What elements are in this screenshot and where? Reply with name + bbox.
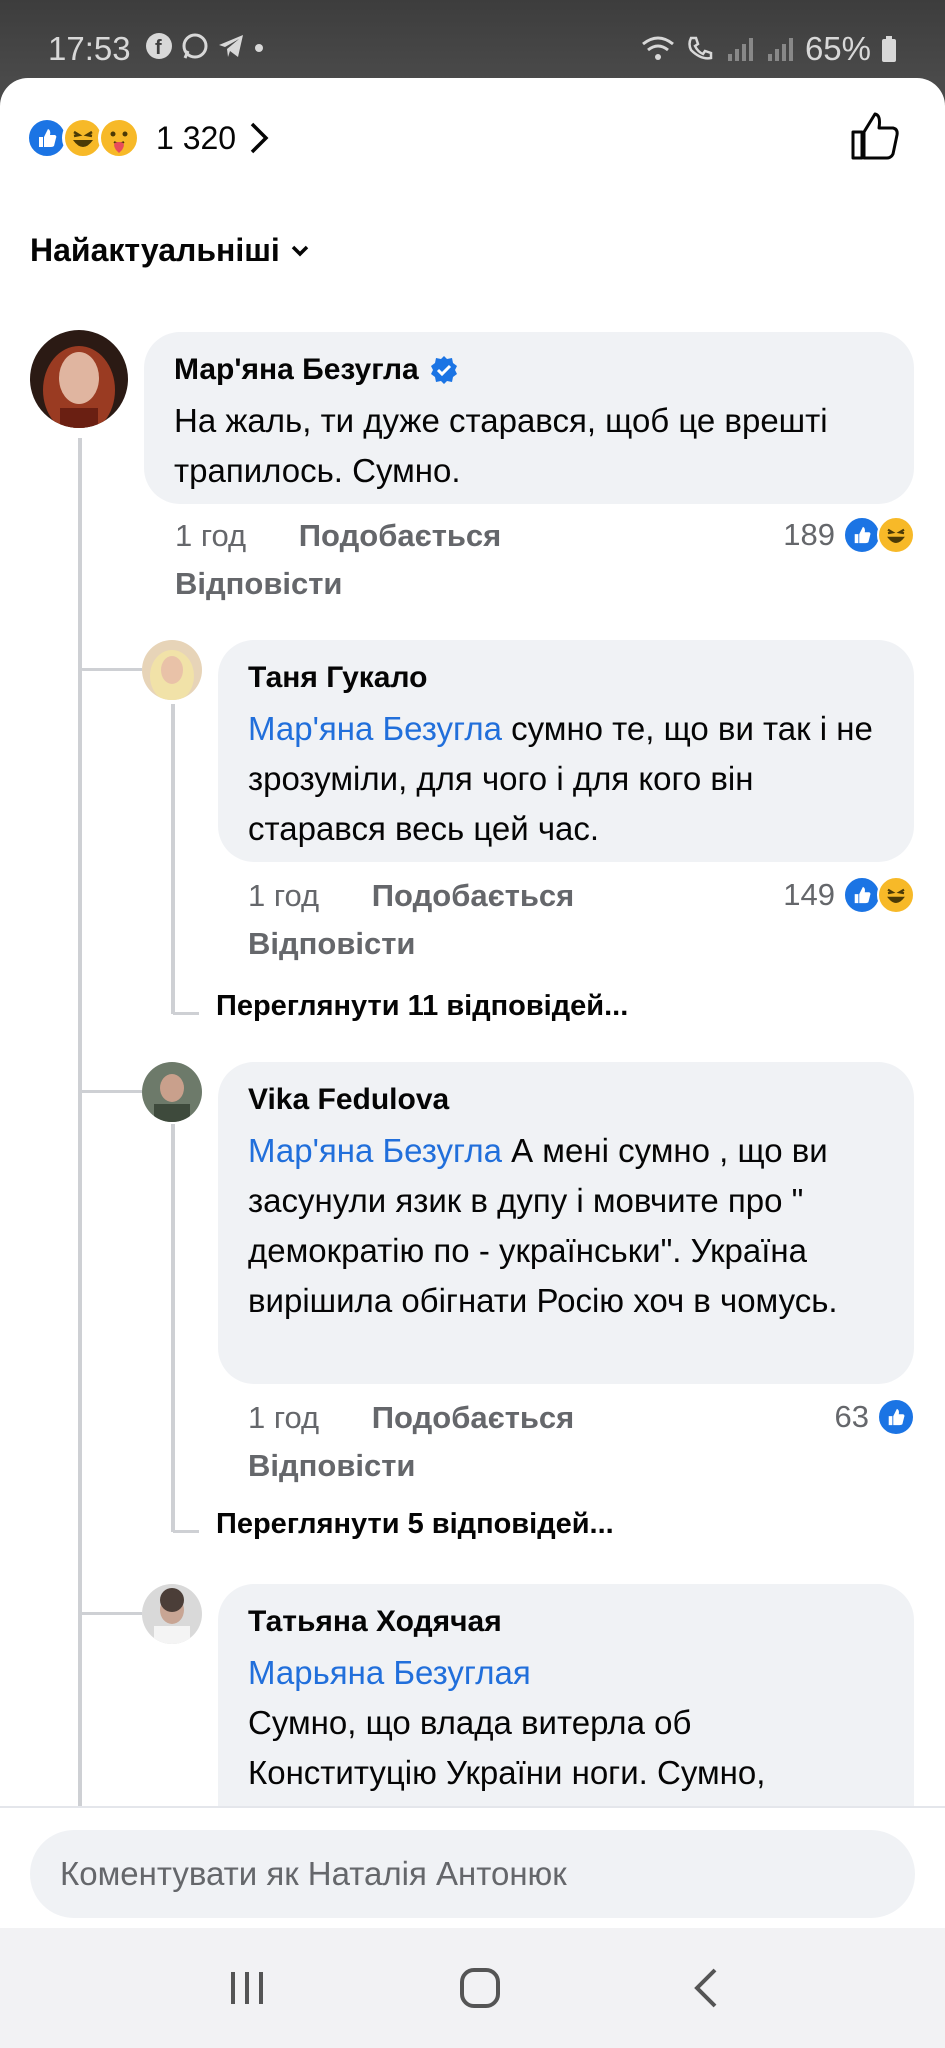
- comment-text: На жаль, ти дуже старався, щоб це врешті…: [174, 402, 828, 489]
- whatsapp-icon: [182, 33, 208, 59]
- thread-connector-3: [80, 1612, 142, 1615]
- reply-button[interactable]: Відповісти: [175, 566, 343, 602]
- dot-icon: [255, 44, 263, 52]
- status-bar: 17:53 f 65%: [0, 0, 945, 80]
- svg-text:f: f: [155, 37, 162, 59]
- telegram-icon: [219, 35, 243, 57]
- avatar[interactable]: [30, 330, 128, 428]
- sort-label: Найактуальніші: [30, 232, 280, 268]
- recent-apps-icon[interactable]: [225, 1968, 269, 2008]
- avatar[interactable]: [142, 640, 202, 700]
- comment-bubble[interactable]: Vika Fedulova Мар'яна Безугла А мені сум…: [218, 1062, 914, 1384]
- like-reaction-icon: [877, 1398, 915, 1436]
- comment-author[interactable]: Татьяна Ходячая: [248, 1605, 502, 1639]
- haha-reaction-icon: [877, 876, 915, 914]
- reply-button[interactable]: Відповісти: [248, 1448, 416, 1484]
- home-icon[interactable]: [458, 1966, 502, 2010]
- sort-dropdown[interactable]: Найактуальніші: [30, 232, 310, 269]
- mention-link[interactable]: Марьяна Безуглая: [248, 1648, 884, 1698]
- reactions-summary[interactable]: 1 320: [26, 110, 270, 166]
- thread-line-reply-2: [171, 1124, 175, 1532]
- reaction-count: 189: [783, 517, 835, 552]
- comment-author[interactable]: Таня Гукало: [248, 661, 427, 695]
- comments-sheet: 1 320 Найактуальніші Мар'яна Безугла На …: [0, 78, 945, 1928]
- comment-reactions[interactable]: 149: [783, 876, 915, 914]
- mention-link[interactable]: Мар'яна Безугла: [248, 710, 502, 747]
- like-reaction-icon: [843, 516, 881, 554]
- comment-input[interactable]: Коментувати як Наталія Антонюк: [30, 1830, 915, 1918]
- wifi-icon: [642, 36, 674, 60]
- view-replies-link[interactable]: Переглянути 5 відповідей...: [216, 1508, 614, 1541]
- navigation-bar: [0, 1928, 945, 2048]
- comment-time: 1 год: [248, 878, 320, 913]
- reaction-count: 63: [834, 1399, 869, 1434]
- comment-author[interactable]: Vika Fedulova: [248, 1083, 449, 1117]
- thread-line-reply-1: [171, 704, 175, 1014]
- comment-time: 1 год: [248, 1400, 320, 1435]
- comment-reactions[interactable]: 63: [835, 1398, 915, 1436]
- like-button[interactable]: Подобається: [299, 518, 502, 553]
- reaction-count: 149: [783, 877, 835, 912]
- battery-icon: [882, 36, 896, 62]
- thread-connector-reply-2: [173, 1530, 199, 1533]
- comment-author[interactable]: Мар'яна Безугла: [174, 353, 419, 387]
- call-icon: [688, 36, 713, 60]
- verified-badge-icon: [430, 356, 457, 384]
- composer-area: Коментувати як Наталія Антонюк: [0, 1806, 945, 1928]
- thread-line-main: [78, 438, 82, 1806]
- avatar[interactable]: [142, 1062, 202, 1122]
- thread-connector-1: [80, 668, 142, 671]
- status-time: 17:53: [48, 30, 131, 67]
- comment-reactions[interactable]: 189: [783, 516, 915, 554]
- reactions-count: 1 320: [156, 119, 237, 156]
- comment-time: 1 год: [175, 518, 247, 553]
- battery-percent: 65%: [804, 30, 871, 67]
- avatar[interactable]: [142, 1584, 202, 1644]
- haha-reaction-icon: [877, 516, 915, 554]
- thread-connector-reply-1: [173, 1012, 199, 1015]
- like-button[interactable]: Подобається: [372, 1400, 575, 1435]
- comment-text: Сумно, що влада витерла об Конституцію У…: [248, 1704, 766, 1791]
- comment-bubble[interactable]: Мар'яна Безугла На жаль, ти дуже старавс…: [144, 332, 914, 504]
- like-reaction-icon: [843, 876, 881, 914]
- like-button[interactable]: Подобається: [372, 878, 575, 913]
- thread-connector-2: [80, 1090, 142, 1093]
- chevron-right-icon: [250, 122, 269, 154]
- view-replies-link[interactable]: Переглянути 11 відповідей...: [216, 990, 628, 1023]
- reply-button[interactable]: Відповісти: [248, 926, 416, 962]
- signal-icon-2: [767, 38, 793, 61]
- like-icon[interactable]: [849, 110, 901, 162]
- chevron-down-icon: [291, 245, 309, 256]
- mention-link[interactable]: Мар'яна Безугла: [248, 1132, 502, 1169]
- comment-bubble[interactable]: Таня Гукало Мар'яна Безугла сумно те, що…: [218, 640, 914, 862]
- facebook-icon: f: [146, 33, 172, 59]
- comment-input-placeholder: Коментувати як Наталія Антонюк: [60, 1855, 567, 1892]
- back-icon[interactable]: [691, 1966, 721, 2010]
- signal-icon: [727, 38, 753, 61]
- care-reaction-icon: [98, 117, 140, 159]
